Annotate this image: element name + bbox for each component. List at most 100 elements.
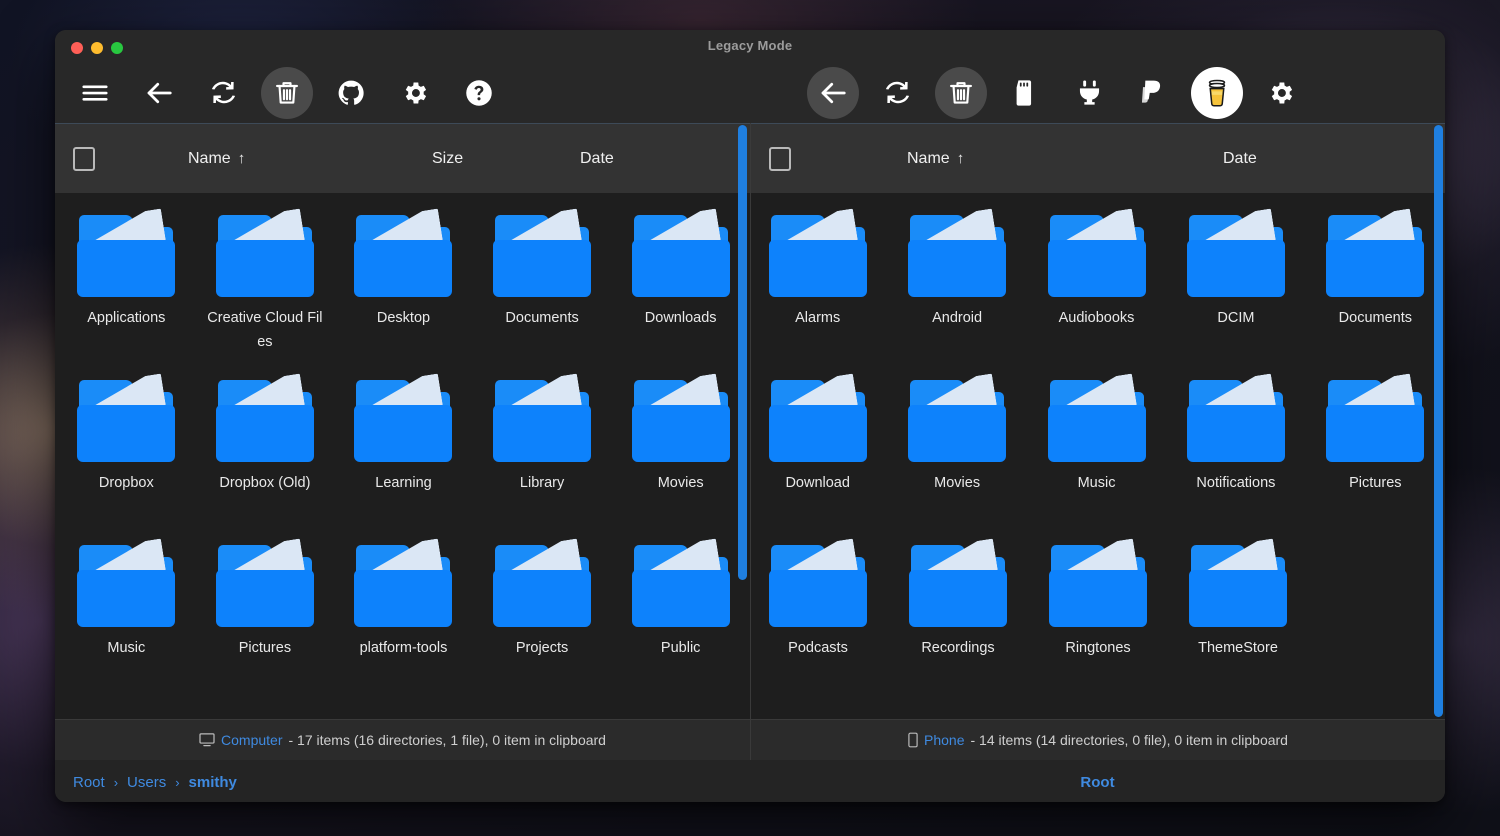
folder-item[interactable]: Android bbox=[897, 215, 1016, 380]
left-toolbar bbox=[55, 62, 505, 123]
folder-item[interactable]: Desktop bbox=[344, 215, 463, 380]
folder-icon bbox=[216, 545, 314, 627]
column-date-right[interactable]: Date bbox=[1223, 150, 1257, 168]
folder-icon bbox=[493, 545, 591, 627]
folder-icon bbox=[1187, 380, 1285, 462]
folder-icon bbox=[632, 545, 730, 627]
folder-item[interactable]: Creative Cloud Files bbox=[206, 215, 325, 380]
left-breadcrumb: Root › Users › smithy bbox=[55, 760, 750, 802]
folder-icon bbox=[1189, 545, 1287, 627]
folder-item[interactable]: Download bbox=[758, 380, 877, 545]
folder-label: Dropbox bbox=[67, 471, 185, 495]
github-button[interactable] bbox=[325, 67, 377, 119]
breadcrumb-item[interactable]: Users bbox=[127, 774, 166, 791]
select-all-checkbox-right[interactable] bbox=[769, 147, 791, 171]
sort-ascending-icon: ↑ bbox=[238, 150, 246, 167]
folder-icon bbox=[769, 545, 867, 627]
folder-icon bbox=[632, 215, 730, 297]
folder-item[interactable]: Documents bbox=[483, 215, 602, 380]
breadcrumb-item-current[interactable]: smithy bbox=[189, 774, 237, 791]
coffee-icon bbox=[1204, 79, 1230, 107]
refresh-button-left[interactable] bbox=[197, 67, 249, 119]
help-button[interactable] bbox=[453, 67, 505, 119]
right-device-link[interactable]: Phone bbox=[924, 732, 964, 748]
folder-item[interactable]: Notifications bbox=[1176, 380, 1295, 545]
select-all-checkbox-left[interactable] bbox=[73, 147, 95, 171]
folder-label: Library bbox=[483, 471, 601, 495]
folder-item[interactable]: Projects bbox=[483, 545, 602, 710]
folder-icon bbox=[632, 380, 730, 462]
folder-item[interactable]: Ringtones bbox=[1038, 545, 1158, 710]
folder-item[interactable]: Pictures bbox=[206, 545, 325, 710]
folder-item[interactable]: Music bbox=[67, 545, 186, 710]
folder-item[interactable]: DCIM bbox=[1176, 215, 1295, 380]
right-pane-scrollbar[interactable] bbox=[1434, 125, 1443, 717]
folder-item[interactable]: Dropbox bbox=[67, 380, 186, 545]
left-pane-scrollbar[interactable] bbox=[738, 125, 747, 580]
folder-icon bbox=[493, 215, 591, 297]
folder-item[interactable]: platform-tools bbox=[344, 545, 463, 710]
left-device-link[interactable]: Computer bbox=[221, 732, 282, 748]
folder-label: DCIM bbox=[1177, 306, 1295, 330]
file-row: Download Movies Music Notifications bbox=[751, 380, 1445, 545]
delete-button-left[interactable] bbox=[261, 67, 313, 119]
file-row: Music Pictures platform-tools Projects bbox=[55, 545, 750, 710]
folder-item[interactable]: Audiobooks bbox=[1037, 215, 1156, 380]
file-row: Alarms Android Audiobooks DCIM bbox=[751, 215, 1445, 380]
folder-item[interactable]: Library bbox=[483, 380, 602, 545]
folder-item[interactable]: Alarms bbox=[758, 215, 877, 380]
folder-item[interactable]: Downloads bbox=[621, 215, 740, 380]
folder-item[interactable]: Recordings bbox=[898, 545, 1018, 710]
paypal-icon bbox=[1141, 79, 1166, 107]
paypal-button[interactable] bbox=[1127, 67, 1179, 119]
sdcard-icon bbox=[1012, 79, 1038, 107]
folder-item[interactable]: Movies bbox=[621, 380, 740, 545]
folder-label: Pictures bbox=[1316, 471, 1434, 495]
column-name-right[interactable]: Name ↑ bbox=[907, 150, 964, 168]
folder-icon bbox=[1326, 215, 1424, 297]
column-date-left[interactable]: Date bbox=[580, 150, 614, 168]
window-title: Legacy Mode bbox=[55, 38, 1445, 53]
back-button-right[interactable] bbox=[807, 67, 859, 119]
settings-button-left[interactable] bbox=[389, 67, 441, 119]
sdcard-button[interactable] bbox=[999, 67, 1051, 119]
breadcrumb-item[interactable]: Root bbox=[73, 774, 105, 791]
folder-item[interactable]: Podcasts bbox=[758, 545, 878, 710]
folder-icon bbox=[493, 380, 591, 462]
folder-item[interactable]: ThemeStore bbox=[1178, 545, 1298, 710]
settings-button-right[interactable] bbox=[1255, 67, 1307, 119]
back-button-left[interactable] bbox=[133, 67, 185, 119]
folder-item[interactable]: Pictures bbox=[1316, 380, 1435, 545]
breadcrumb-item-current[interactable]: Root bbox=[1080, 774, 1114, 791]
folder-item[interactable]: Applications bbox=[67, 215, 186, 380]
status-bars: Computer - 17 items (16 directories, 1 f… bbox=[55, 719, 1445, 760]
folder-icon bbox=[77, 215, 175, 297]
buy-me-a-coffee-button[interactable] bbox=[1191, 67, 1243, 119]
column-name-label: Name bbox=[907, 150, 950, 167]
phone-icon bbox=[908, 732, 918, 748]
right-breadcrumb: Root bbox=[750, 760, 1445, 802]
folder-label: Downloads bbox=[622, 306, 740, 330]
window-titlebar: Legacy Mode bbox=[55, 30, 1445, 62]
folder-label: Download bbox=[759, 471, 877, 495]
folder-item[interactable]: Documents bbox=[1316, 215, 1435, 380]
folder-icon bbox=[1049, 545, 1147, 627]
right-pane: Name↑ Date Alarms Android Aud bbox=[750, 123, 1445, 719]
folder-label: Notifications bbox=[1177, 471, 1295, 495]
folder-item[interactable]: Public bbox=[621, 545, 740, 710]
folder-item[interactable]: Movies bbox=[897, 380, 1016, 545]
column-name-left[interactable]: Name ↑ bbox=[188, 150, 245, 168]
folder-item[interactable]: Dropbox (Old) bbox=[206, 380, 325, 545]
refresh-button-right[interactable] bbox=[871, 67, 923, 119]
folder-label: Movies bbox=[898, 471, 1016, 495]
menu-button[interactable] bbox=[69, 67, 121, 119]
delete-button-right[interactable] bbox=[935, 67, 987, 119]
column-name-label: Name bbox=[188, 150, 231, 167]
sort-ascending-icon: ↑ bbox=[957, 150, 965, 167]
toolbars bbox=[55, 62, 1445, 123]
folder-label: Android bbox=[898, 306, 1016, 330]
column-size-left[interactable]: Size bbox=[432, 150, 463, 168]
folder-item[interactable]: Learning bbox=[344, 380, 463, 545]
connect-button[interactable] bbox=[1063, 67, 1115, 119]
folder-item[interactable]: Music bbox=[1037, 380, 1156, 545]
